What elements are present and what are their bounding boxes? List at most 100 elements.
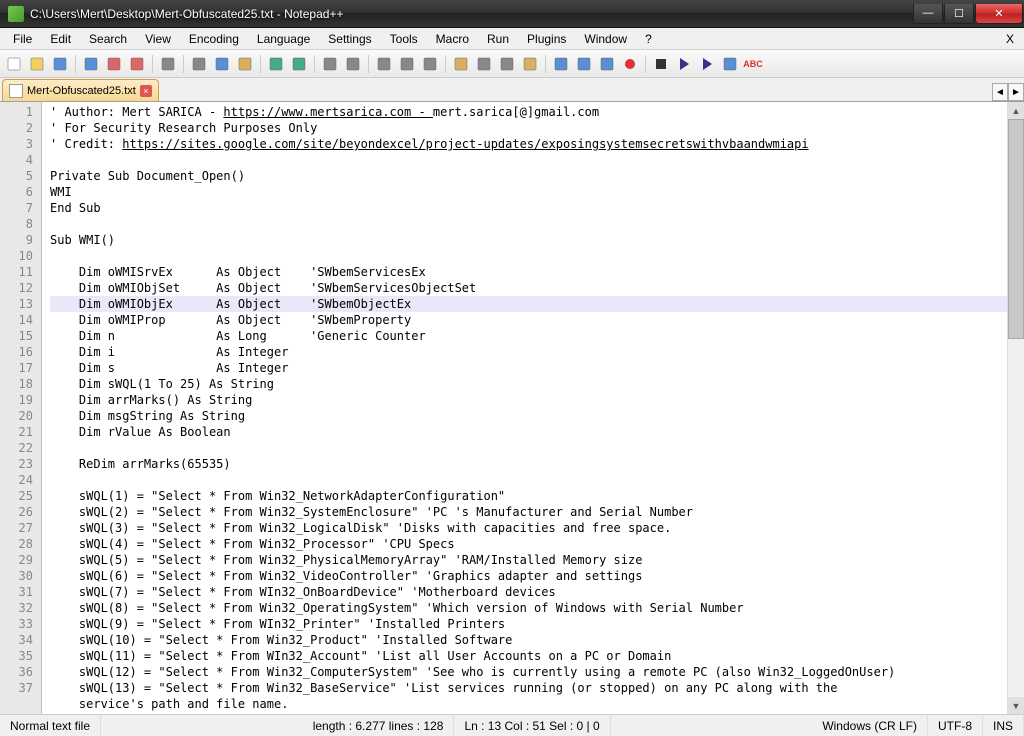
monitor-icon[interactable] bbox=[597, 54, 617, 74]
titlebar[interactable]: C:\Users\Mert\Desktop\Mert-Obfuscated25.… bbox=[0, 0, 1024, 28]
new-icon[interactable] bbox=[4, 54, 24, 74]
menu-run[interactable]: Run bbox=[478, 30, 518, 48]
code-line[interactable]: ' For Security Research Purposes Only bbox=[50, 120, 1007, 136]
code-line[interactable] bbox=[50, 440, 1007, 456]
code-line[interactable]: sWQL(13) = "Select * From Win32_BaseServ… bbox=[50, 680, 1007, 696]
code-line[interactable]: Dim oWMISrvEx As Object 'SWbemServicesEx bbox=[50, 264, 1007, 280]
code-line[interactable]: Dim arrMarks() As String bbox=[50, 392, 1007, 408]
sync-icon[interactable] bbox=[420, 54, 440, 74]
menubar-close-x[interactable]: X bbox=[996, 32, 1024, 46]
code-line[interactable] bbox=[50, 472, 1007, 488]
code-line[interactable] bbox=[50, 216, 1007, 232]
print-icon[interactable] bbox=[158, 54, 178, 74]
scroll-up-button[interactable]: ▲ bbox=[1008, 102, 1024, 119]
close-all-icon[interactable] bbox=[127, 54, 147, 74]
code-line[interactable]: Dim msgString As String bbox=[50, 408, 1007, 424]
code-line[interactable]: Dim i As Integer bbox=[50, 344, 1007, 360]
toolbar[interactable]: ABC bbox=[0, 50, 1024, 78]
editor[interactable]: 1234567891011121314151617181920212223242… bbox=[0, 102, 1024, 714]
code-line[interactable] bbox=[50, 152, 1007, 168]
code-line[interactable]: Dim oWMIObjSet As Object 'SWbemServicesO… bbox=[50, 280, 1007, 296]
code-line[interactable]: sWQL(5) = "Select * From Win32_PhysicalM… bbox=[50, 552, 1007, 568]
code-line[interactable]: Sub WMI() bbox=[50, 232, 1007, 248]
tab-next-button[interactable]: ► bbox=[1008, 83, 1024, 101]
menu-edit[interactable]: Edit bbox=[41, 30, 80, 48]
code-line[interactable] bbox=[50, 248, 1007, 264]
scroll-down-button[interactable]: ▼ bbox=[1008, 697, 1024, 714]
folder-icon[interactable] bbox=[520, 54, 540, 74]
abc-spell-icon[interactable]: ABC bbox=[743, 54, 763, 74]
code-line[interactable]: sWQL(11) = "Select * From WIn32_Account"… bbox=[50, 648, 1007, 664]
minimize-button[interactable]: — bbox=[913, 4, 943, 24]
code-line[interactable]: sWQL(1) = "Select * From Win32_NetworkAd… bbox=[50, 488, 1007, 504]
code-line[interactable]: sWQL(2) = "Select * From Win32_SystemEnc… bbox=[50, 504, 1007, 520]
menu-search[interactable]: Search bbox=[80, 30, 136, 48]
code-line[interactable]: Dim s As Integer bbox=[50, 360, 1007, 376]
doc-map-icon[interactable] bbox=[551, 54, 571, 74]
code-line[interactable]: sWQL(8) = "Select * From Win32_Operating… bbox=[50, 600, 1007, 616]
cut-icon[interactable] bbox=[189, 54, 209, 74]
code-line[interactable]: ' Credit: https://sites.google.com/site/… bbox=[50, 136, 1007, 152]
menu-window[interactable]: Window bbox=[575, 30, 636, 48]
menubar[interactable]: FileEditSearchViewEncodingLanguageSettin… bbox=[0, 28, 1024, 50]
scroll-track[interactable] bbox=[1008, 119, 1024, 697]
undo-icon[interactable] bbox=[266, 54, 286, 74]
play-multi-icon[interactable] bbox=[697, 54, 717, 74]
menu-help[interactable]: ? bbox=[636, 30, 661, 48]
scroll-thumb[interactable] bbox=[1008, 119, 1024, 339]
redo-icon[interactable] bbox=[289, 54, 309, 74]
code-line[interactable]: ' Author: Mert SARICA - https://www.mert… bbox=[50, 104, 1007, 120]
maximize-button[interactable]: ☐ bbox=[944, 4, 974, 24]
menu-macro[interactable]: Macro bbox=[427, 30, 478, 48]
menu-tools[interactable]: Tools bbox=[381, 30, 427, 48]
code-line[interactable]: sWQL(3) = "Select * From Win32_LogicalDi… bbox=[50, 520, 1007, 536]
indent-icon[interactable] bbox=[497, 54, 517, 74]
close-button[interactable]: ✕ bbox=[975, 4, 1023, 24]
tab-active[interactable]: Mert-Obfuscated25.txt × bbox=[2, 79, 159, 101]
all-chars-icon[interactable] bbox=[474, 54, 494, 74]
code-line[interactable]: Dim oWMIObjEx As Object 'SWbemObjectEx bbox=[50, 296, 1007, 312]
tab-prev-button[interactable]: ◄ bbox=[992, 83, 1008, 101]
code-line[interactable]: sWQL(7) = "Select * From WIn32_OnBoardDe… bbox=[50, 584, 1007, 600]
code-line[interactable]: ReDim arrMarks(65535) bbox=[50, 456, 1007, 472]
save-icon[interactable] bbox=[50, 54, 70, 74]
code-line[interactable]: sWQL(9) = "Select * From WIn32_Printer" … bbox=[50, 616, 1007, 632]
menu-file[interactable]: File bbox=[4, 30, 41, 48]
code-area[interactable]: ' Author: Mert SARICA - https://www.mert… bbox=[42, 102, 1007, 714]
func-list-icon[interactable] bbox=[574, 54, 594, 74]
tabbar[interactable]: Mert-Obfuscated25.txt × ◄ ► bbox=[0, 78, 1024, 102]
code-line[interactable]: End Sub bbox=[50, 200, 1007, 216]
word-wrap-icon[interactable] bbox=[451, 54, 471, 74]
code-line[interactable]: service's path and file name. bbox=[50, 696, 1007, 712]
menu-language[interactable]: Language bbox=[248, 30, 319, 48]
paste-icon[interactable] bbox=[235, 54, 255, 74]
zoom-in-icon[interactable] bbox=[374, 54, 394, 74]
play-icon[interactable] bbox=[674, 54, 694, 74]
record-icon[interactable] bbox=[620, 54, 640, 74]
stop-icon[interactable] bbox=[651, 54, 671, 74]
macro-save-icon[interactable] bbox=[720, 54, 740, 74]
menu-settings[interactable]: Settings bbox=[319, 30, 380, 48]
find-icon[interactable] bbox=[320, 54, 340, 74]
tab-close-icon[interactable]: × bbox=[140, 85, 152, 97]
code-line[interactable]: sWQL(4) = "Select * From Win32_Processor… bbox=[50, 536, 1007, 552]
replace-icon[interactable] bbox=[343, 54, 363, 74]
menu-encoding[interactable]: Encoding bbox=[180, 30, 248, 48]
code-line[interactable]: sWQL(6) = "Select * From Win32_VideoCont… bbox=[50, 568, 1007, 584]
menu-plugins[interactable]: Plugins bbox=[518, 30, 575, 48]
open-icon[interactable] bbox=[27, 54, 47, 74]
code-line[interactable]: Dim sWQL(1 To 25) As String bbox=[50, 376, 1007, 392]
code-line[interactable]: Dim n As Long 'Generic Counter bbox=[50, 328, 1007, 344]
save-all-icon[interactable] bbox=[81, 54, 101, 74]
code-line[interactable]: Private Sub Document_Open() bbox=[50, 168, 1007, 184]
code-line[interactable]: Dim oWMIProp As Object 'SWbemProperty bbox=[50, 312, 1007, 328]
code-line[interactable]: WMI bbox=[50, 184, 1007, 200]
code-line[interactable]: sWQL(10) = "Select * From Win32_Product"… bbox=[50, 632, 1007, 648]
code-line[interactable]: Dim rValue As Boolean bbox=[50, 424, 1007, 440]
menu-view[interactable]: View bbox=[136, 30, 180, 48]
vertical-scrollbar[interactable]: ▲ ▼ bbox=[1007, 102, 1024, 714]
code-line[interactable]: sWQL(12) = "Select * From Win32_Computer… bbox=[50, 664, 1007, 680]
close-icon[interactable] bbox=[104, 54, 124, 74]
copy-icon[interactable] bbox=[212, 54, 232, 74]
zoom-out-icon[interactable] bbox=[397, 54, 417, 74]
